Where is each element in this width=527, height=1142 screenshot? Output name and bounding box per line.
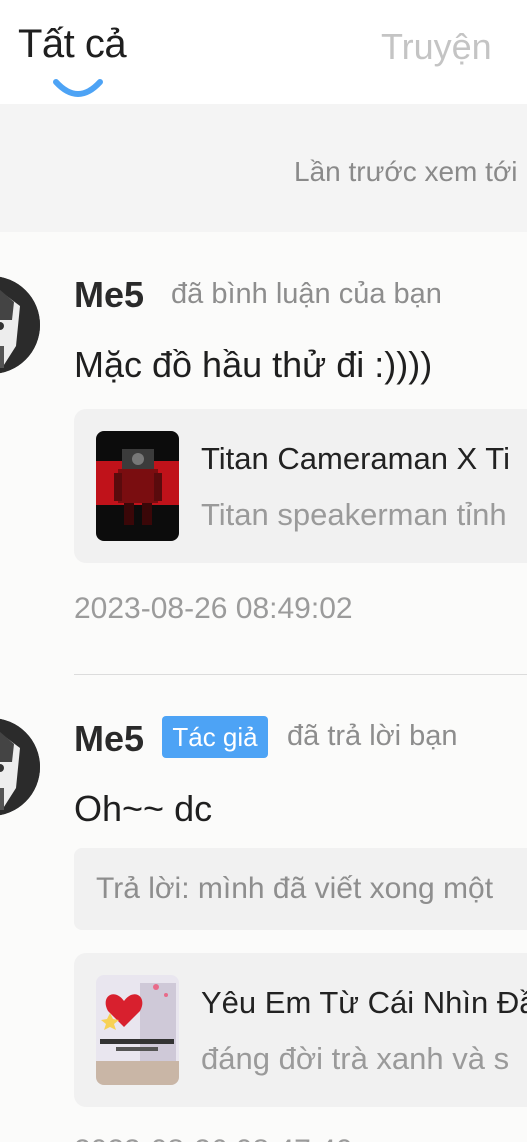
divider xyxy=(74,674,527,675)
avatar[interactable] xyxy=(0,276,40,374)
story-subtitle: Titan speakerman tỉnh xyxy=(201,497,507,532)
story-thumbnail xyxy=(96,975,179,1085)
story-title: Titan Cameraman X Ti xyxy=(201,441,510,476)
story-title: Yêu Em Từ Cái Nhìn Đầ xyxy=(201,985,527,1020)
story-card[interactable]: Titan Cameraman X Ti Titan speakerman tỉ… xyxy=(74,409,527,563)
reply-preview-text: Trả lời: mình đã viết xong một xyxy=(96,872,494,905)
notification-feed: Me5 đã bình luận của bạn Mặc đồ hầu thử … xyxy=(0,232,527,1142)
story-card[interactable]: Yêu Em Từ Cái Nhìn Đầ đáng đời trà xanh … xyxy=(74,953,527,1107)
reply-preview[interactable]: Trả lời: mình đã viết xong một xyxy=(74,848,527,930)
username[interactable]: Me5 xyxy=(74,274,144,316)
tab-story[interactable]: Truyện xyxy=(381,26,492,68)
timestamp: 2023-08-26 08:47:40 xyxy=(74,1134,353,1142)
comment-text: Mặc đồ hầu thử đi :)))) xyxy=(74,344,433,385)
timestamp: 2023-08-26 08:49:02 xyxy=(74,592,353,625)
comment-text: Oh~~ dc xyxy=(74,788,213,829)
username[interactable]: Me5 xyxy=(74,718,144,760)
author-badge: Tác giả xyxy=(162,716,268,758)
last-viewed-banner[interactable]: Lần trước xem tới xyxy=(0,104,527,232)
tab-all[interactable]: Tất cả xyxy=(18,22,127,67)
story-subtitle: đáng đời trà xanh và s xyxy=(201,1041,510,1076)
avatar[interactable] xyxy=(0,718,40,816)
notification-action: đã trả lời bạn xyxy=(287,720,458,752)
story-thumbnail xyxy=(96,431,179,541)
notification-action: đã bình luận của bạn xyxy=(171,278,442,310)
last-viewed-text: Lần trước xem tới xyxy=(294,156,518,187)
tab-bar: Tất cả Truyện xyxy=(0,0,527,104)
active-tab-indicator xyxy=(53,79,103,97)
